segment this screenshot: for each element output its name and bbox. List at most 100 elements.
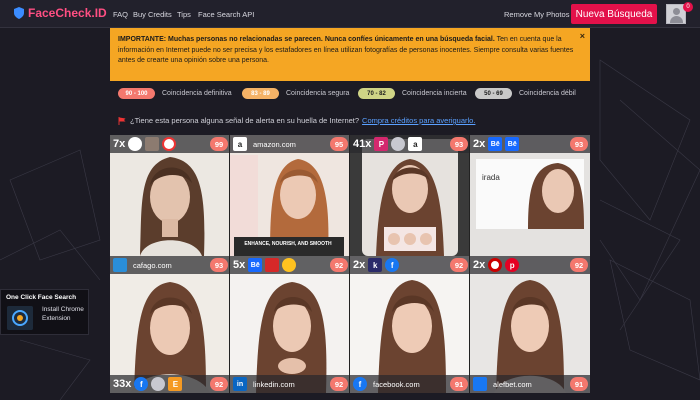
result-info-bar: cafago.com 93: [110, 256, 230, 274]
result-info-bar: 5x Bē 92: [230, 256, 350, 274]
e-icon: E: [168, 377, 183, 391]
brand-name: FaceCheck.ID: [28, 6, 107, 20]
result-card[interactable]: 2x p 92 alefbet.com 91: [470, 256, 590, 393]
result-info-bar-bottom: f facebook.com 91: [350, 375, 470, 393]
match-score: 92: [450, 258, 468, 272]
brand[interactable]: FaceCheck.ID: [14, 6, 107, 20]
result-domain[interactable]: linkedin.com: [253, 380, 295, 389]
match-count: 2x: [473, 138, 486, 150]
result-info-bar: 41x P a 93: [350, 135, 470, 153]
nav-link-face-search-api[interactable]: Face Search API: [198, 10, 254, 19]
chrome-extension-promo[interactable]: One Click Face Search Install Chrome Ext…: [0, 289, 89, 335]
grid-divider: [469, 135, 470, 393]
results-grid: 7x 99 ENHANCE, NOURISH, AND SMOOTH a ama…: [110, 135, 590, 393]
result-info-bar: 7x 99: [110, 135, 230, 153]
result-domain[interactable]: amazon.com: [253, 140, 296, 149]
result-card[interactable]: cafago.com 93: [110, 256, 230, 393]
result-card[interactable]: 5x Bē 92: [230, 256, 350, 393]
ad-caption: irada: [482, 173, 500, 182]
nav-link-buy-credits[interactable]: Buy Credits: [133, 10, 172, 19]
match-score: 95: [330, 137, 348, 151]
legend-item: 70 - 82 Coincidencia incierta: [358, 88, 467, 99]
legend-pill: 83 - 89: [242, 88, 279, 99]
match-score: 91: [450, 377, 468, 391]
pink-p-icon: P: [374, 137, 389, 151]
legend-item: 83 - 89 Coincidencia segura: [242, 88, 349, 99]
result-domain[interactable]: alefbet.com: [493, 380, 532, 389]
amazon-icon: a: [233, 137, 247, 151]
grid-divider: [229, 135, 230, 393]
extension-logo-icon: [7, 306, 33, 330]
face-photo: [110, 135, 230, 256]
extension-title: One Click Face Search: [6, 294, 77, 301]
warning-banner: IMPORTANTE: Muchas personas no relaciona…: [110, 28, 590, 81]
face-photo: [230, 256, 350, 393]
new-search-button[interactable]: Nueva Búsqueda: [571, 4, 657, 24]
face-photo: [350, 256, 470, 393]
globe-icon: [151, 377, 166, 391]
face-photo: [470, 256, 590, 393]
result-info-bar: 2x Bē Bē 93: [470, 135, 590, 153]
legend-pill: 90 - 100: [118, 88, 155, 99]
shield-icon: [14, 7, 24, 19]
legend-pill: 50 - 69: [475, 88, 512, 99]
match-count: 33x: [113, 378, 132, 390]
match-score: 93: [210, 258, 228, 272]
nav-link-faq[interactable]: FAQ: [113, 10, 128, 19]
result-card[interactable]: ENHANCE, NOURISH, AND SMOOTH a amazon.co…: [230, 135, 350, 256]
pinterest-icon: p: [505, 258, 520, 272]
red-circle-icon: [162, 137, 177, 151]
result-card[interactable]: 2x k f 92: [350, 256, 470, 393]
nav-link-tips[interactable]: Tips: [177, 10, 191, 19]
legend-pill: 70 - 82: [358, 88, 395, 99]
facebook-icon: f: [134, 377, 149, 391]
legend-item: 50 - 69 Coincidencia débil: [475, 88, 576, 99]
k-icon: k: [368, 258, 383, 272]
target-icon: [488, 258, 503, 272]
white-circle-icon: [128, 137, 143, 151]
notification-badge: 0: [683, 2, 693, 12]
match-count: 41x: [353, 138, 372, 150]
red-logo-icon: [265, 258, 280, 272]
match-score: 92: [330, 377, 348, 391]
match-score: 93: [570, 137, 588, 151]
match-score: 92: [210, 377, 228, 391]
result-card[interactable]: irada 2x Bē Bē 93: [470, 135, 590, 256]
match-score: 93: [450, 137, 468, 151]
linkedin-icon: in: [233, 377, 247, 391]
result-info-bar-bottom: 33x f E 92: [110, 375, 230, 393]
red-flag-prompt: ¿Tiene esta persona alguna señal de aler…: [118, 116, 475, 125]
extension-install-text: Install Chrome Extension: [42, 306, 84, 322]
walmart-icon: [282, 258, 297, 272]
match-score: 91: [570, 377, 588, 391]
remove-my-photos-link[interactable]: Remove My Photos: [504, 10, 569, 19]
match-score: 99: [210, 137, 228, 151]
face-photo: [470, 135, 590, 256]
match-count: 2x: [353, 259, 366, 271]
cafago-icon: [113, 258, 127, 272]
top-nav: FaceCheck.ID FAQ Buy Credits Tips Face S…: [0, 0, 700, 28]
legend-label: Coincidencia segura: [286, 90, 350, 97]
close-icon[interactable]: ×: [580, 31, 585, 42]
legend-label: Coincidencia débil: [519, 90, 576, 97]
grid-divider: [349, 135, 350, 393]
flag-icon: [118, 116, 126, 125]
photo-thumb-icon: [145, 137, 160, 151]
globe-icon: [391, 137, 406, 151]
match-count: 2x: [473, 259, 486, 271]
red-flag-question: ¿Tiene esta persona alguna señal de aler…: [130, 116, 360, 125]
result-domain[interactable]: cafago.com: [133, 261, 172, 270]
legend-item: 90 - 100 Coincidencia definitiva: [118, 88, 232, 99]
alefbet-icon: [473, 377, 487, 391]
legend-label: Coincidencia incierta: [402, 90, 467, 97]
face-photo: [230, 135, 350, 256]
result-card[interactable]: 7x 99: [110, 135, 230, 256]
result-domain[interactable]: facebook.com: [373, 380, 420, 389]
amazon-icon: a: [408, 137, 423, 151]
result-card[interactable]: 41x P a 93: [350, 135, 470, 256]
result-info-bar-bottom: alefbet.com 91: [470, 375, 590, 393]
behance-icon: Bē: [488, 137, 503, 151]
buy-credits-link[interactable]: Compra créditos para averiguarlo.: [362, 116, 475, 125]
result-info-bar: 2x k f 92: [350, 256, 470, 274]
warning-bold-text: IMPORTANTE: Muchas personas no relaciona…: [118, 36, 495, 43]
